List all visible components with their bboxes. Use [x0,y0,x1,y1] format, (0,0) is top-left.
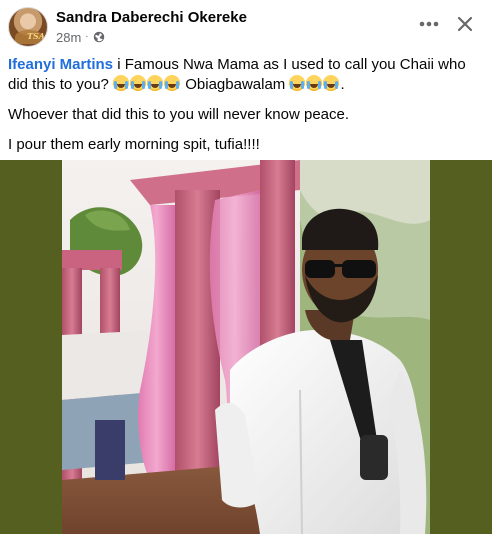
loudly-crying-emoji-icon [164,75,181,91]
crying-emoji-group-2 [289,75,340,93]
author-avatar[interactable]: TSA [8,7,48,47]
meta-separator: · [85,31,89,42]
more-horizontal-icon [419,21,439,27]
post-photo[interactable] [0,160,492,534]
post-paragraph-2: Whoever that did this to you will never … [8,106,350,123]
mention-link[interactable]: Ifeanyi Martins [8,56,113,73]
close-icon [457,16,473,32]
facebook-post: TSA Sandra Daberechi Okereke 28m · Ifean… [0,0,492,534]
author-name[interactable]: Sandra Daberechi Okereke [56,9,247,26]
loudly-crying-emoji-icon [147,75,164,91]
crying-emoji-group-1 [113,75,181,93]
loudly-crying-emoji-icon [289,75,306,91]
post-text-segment-2: Obiagbawalam [181,76,290,93]
post-text-end: . [340,76,345,93]
post-header: TSA Sandra Daberechi Okereke 28m · [0,0,492,52]
post-paragraph-3: I pour them early morning spit, tufia!!!… [8,136,260,153]
loudly-crying-emoji-icon [323,75,340,91]
loudly-crying-emoji-icon [306,75,323,91]
more-options-button[interactable] [413,10,445,38]
post-paragraph-1: Ifeanyi Martins i Famous Nwa Mama as I u… [8,55,484,95]
loudly-crying-emoji-icon [130,75,147,91]
photo-image [62,160,430,534]
avatar-logo-text: TSA [27,31,45,41]
post-text: Ifeanyi Martins i Famous Nwa Mama as I u… [8,55,484,155]
post-meta: 28m · [56,29,105,45]
post-time[interactable]: 28m [56,30,81,45]
loudly-crying-emoji-icon [113,75,130,91]
globe-icon[interactable] [93,31,105,43]
close-button[interactable] [449,10,481,38]
